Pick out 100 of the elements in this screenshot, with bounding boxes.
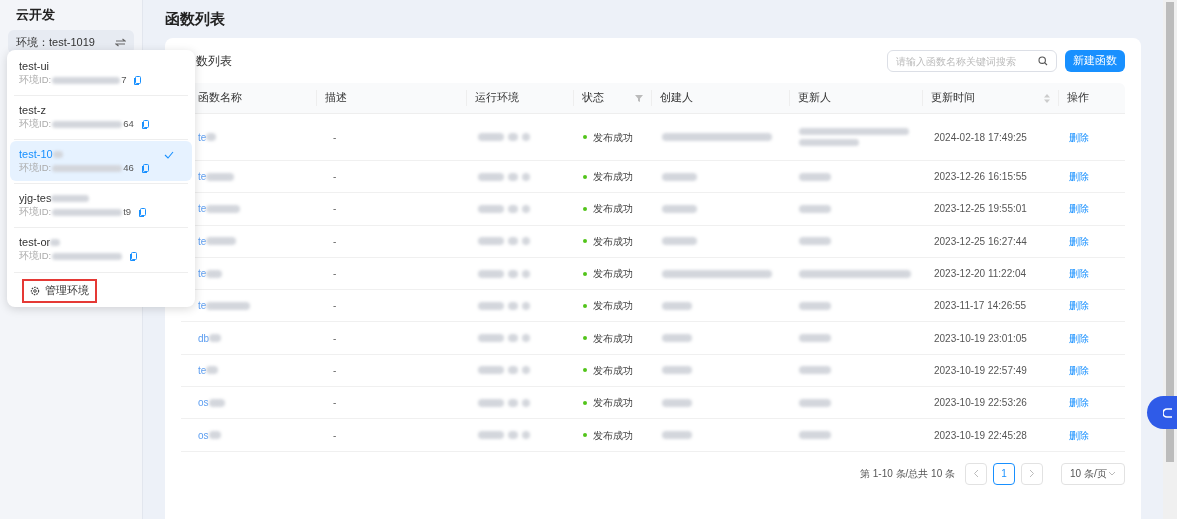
manage-environments-button[interactable]: 管理环境: [22, 279, 97, 303]
delete-link[interactable]: 删除: [1069, 201, 1089, 217]
delete-link[interactable]: 删除: [1069, 169, 1089, 185]
delete-link[interactable]: 删除: [1069, 266, 1089, 282]
copy-icon[interactable]: [139, 208, 147, 217]
page-size-select[interactable]: 10 条/页: [1061, 462, 1125, 485]
updated-time: 2023-10-19 23:01:05: [934, 331, 1027, 346]
delete-link[interactable]: 删除: [1069, 395, 1089, 411]
column-header: 函数名称: [197, 90, 243, 106]
status-text: 发布成功: [593, 396, 633, 411]
redacted-text: [662, 204, 697, 213]
search-icon: [1038, 56, 1048, 66]
redacted-text: [799, 334, 831, 343]
status-text: 发布成功: [593, 267, 633, 282]
redacted-text: [662, 237, 697, 246]
floating-assistant-button[interactable]: [1147, 396, 1177, 429]
redacted-text: [799, 431, 831, 439]
column-header[interactable]: 更新时间: [922, 90, 1058, 106]
delete-link[interactable]: 删除: [1069, 362, 1089, 378]
environment-id-label: 环境ID:: [19, 161, 52, 176]
redacted-text: [208, 398, 225, 407]
description-text: -: [333, 234, 337, 249]
settings-icon: [30, 286, 40, 296]
page-button[interactable]: 1: [993, 462, 1015, 485]
redacted-text: [478, 237, 504, 246]
check-icon: [164, 151, 174, 159]
function-name-link[interactable]: db: [198, 330, 222, 346]
updated-time: 2023-12-25 19:55:01: [934, 202, 1027, 217]
new-function-button[interactable]: 新建函数: [1065, 50, 1125, 72]
function-name-link[interactable]: te: [198, 129, 217, 145]
delete-link[interactable]: 删除: [1069, 298, 1089, 314]
function-name-link[interactable]: te: [198, 201, 241, 217]
description-text: -: [333, 170, 337, 185]
redacted-text: [50, 238, 61, 246]
copy-icon[interactable]: [141, 120, 149, 129]
function-name-link[interactable]: te: [198, 266, 223, 282]
environment-name: test-z: [19, 102, 46, 118]
chevron-left-icon: [973, 469, 979, 479]
redacted-text: [662, 366, 692, 375]
environment-name: test-ui: [19, 58, 49, 74]
function-name-link[interactable]: te: [198, 362, 219, 378]
environment-option[interactable]: test-10 环境ID: 46: [10, 141, 192, 181]
updated-time: 2023-12-25 16:27:44: [934, 234, 1027, 249]
redacted-text: [52, 209, 123, 216]
column-header: 更新人: [789, 90, 922, 106]
page-title: 函数列表: [165, 9, 226, 29]
description-text: -: [333, 202, 337, 217]
column-header: 运行环境: [466, 90, 573, 106]
copy-icon[interactable]: [141, 164, 149, 173]
function-name-link[interactable]: te: [198, 298, 251, 314]
swap-icon: [115, 37, 126, 47]
environment-id-suffix: 46: [123, 161, 134, 176]
redacted-text: [662, 431, 692, 439]
function-name-link[interactable]: te: [198, 169, 235, 185]
description-text: -: [333, 396, 337, 411]
environment-name: yjg-tes: [19, 190, 52, 206]
redacted-text: [799, 139, 859, 146]
function-name-link[interactable]: te: [198, 233, 237, 249]
environment-id-label: 环境ID:: [19, 73, 52, 88]
redacted-text: [478, 172, 504, 181]
redacted-text: [51, 194, 90, 202]
redacted-text: [478, 301, 504, 310]
column-header: 创建人: [651, 90, 789, 106]
redacted-text: [206, 366, 219, 375]
function-name-link[interactable]: os: [198, 427, 221, 443]
redacted-text: [799, 172, 831, 181]
delete-link[interactable]: 删除: [1069, 233, 1089, 249]
status-text: 发布成功: [593, 299, 633, 314]
redacted-text: [799, 204, 831, 213]
copy-icon[interactable]: [134, 76, 142, 85]
description-text: -: [333, 363, 337, 378]
status-text: 发布成功: [593, 234, 633, 249]
environment-id-suffix: 64: [123, 117, 134, 132]
updated-time: 2023-10-19 22:57:49: [934, 363, 1027, 378]
search-field[interactable]: 请输入函数名称关键词搜索: [887, 50, 1057, 72]
redacted-text: [662, 334, 692, 343]
redacted-text: [799, 301, 831, 310]
redacted-text: [208, 431, 221, 439]
column-header[interactable]: 状态: [573, 90, 651, 106]
redacted-text: [478, 204, 504, 213]
environment-id-label: 环境ID:: [19, 117, 52, 132]
delete-link[interactable]: 删除: [1069, 427, 1089, 443]
function-name-link[interactable]: os: [198, 395, 225, 411]
status-text: 发布成功: [593, 428, 633, 443]
redacted-text: [478, 431, 504, 439]
scrollbar[interactable]: [1163, 0, 1177, 519]
redacted-text: [478, 334, 504, 343]
redacted-text: [799, 237, 831, 246]
description-text: -: [333, 299, 337, 314]
redacted-text: [662, 172, 697, 181]
copy-icon[interactable]: [130, 252, 138, 261]
delete-link[interactable]: 删除: [1069, 330, 1089, 346]
filter-icon[interactable]: [635, 94, 643, 102]
delete-link[interactable]: 删除: [1069, 129, 1089, 145]
updated-time: 2023-10-19 22:45:28: [934, 428, 1027, 443]
chevron-down-icon: [1108, 471, 1116, 477]
card-title: 数列表: [195, 53, 232, 70]
environment-id-suffix: t9: [123, 205, 132, 220]
description-text: -: [333, 267, 337, 282]
redacted-text: [206, 133, 217, 141]
